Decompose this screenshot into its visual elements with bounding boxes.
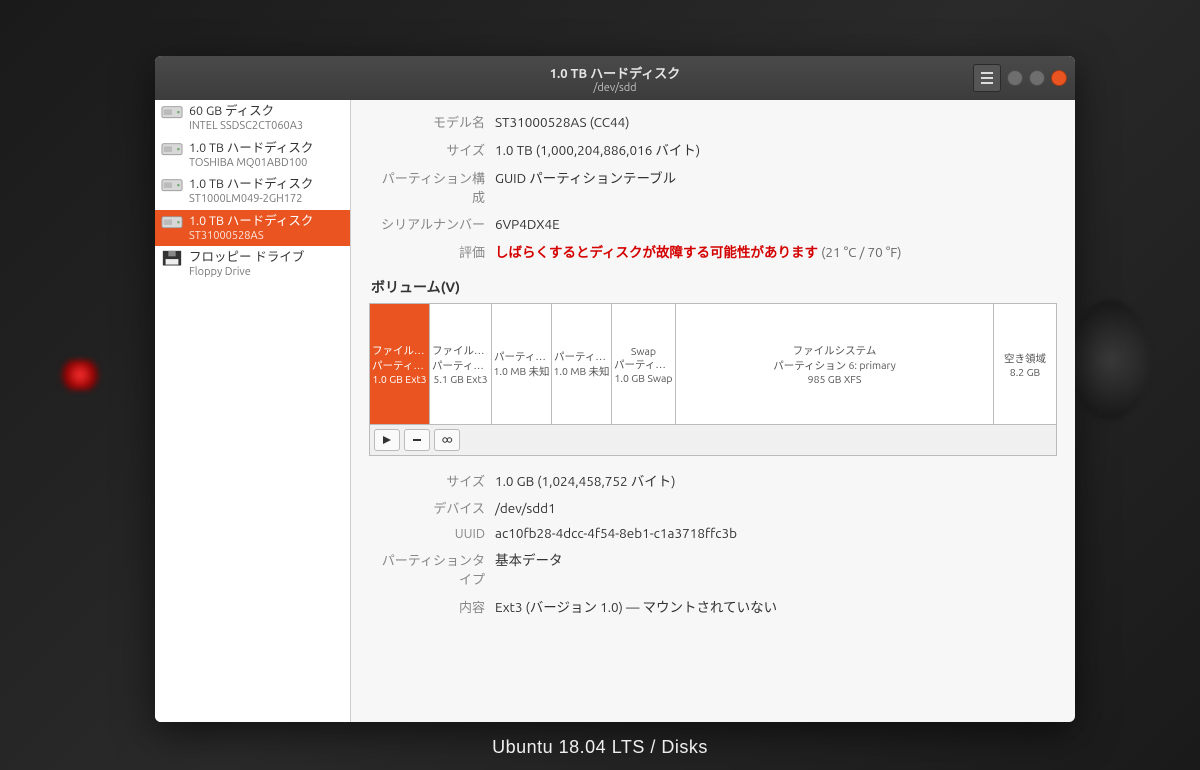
sidebar-drive-3[interactable]: 1.0 TB ハードディスクST31000528AS <box>155 210 350 247</box>
hdd-icon <box>161 213 183 233</box>
vol-uuid-value: ac10fb28-4dcc-4f54-8eb1-c1a3718ffc3b <box>495 525 737 541</box>
hamburger-menu-button[interactable] <box>973 64 1001 92</box>
delete-partition-button[interactable] <box>404 429 430 451</box>
window-title: 1.0 TB ハードディスク <box>155 63 1075 82</box>
vol-device-label: デバイス <box>369 498 495 517</box>
volume-size: 1.0 GB Swap <box>614 372 672 384</box>
drive-name: 1.0 TB ハードディスク <box>189 140 313 156</box>
window-subtitle: /dev/sdd <box>155 82 1075 94</box>
volume-line1: Swap <box>614 345 673 357</box>
volume-line2: パーティショ… <box>432 358 489 373</box>
size-label: サイズ <box>369 140 495 159</box>
drive-model: TOSHIBA MQ01ABD100 <box>189 156 313 170</box>
volume-line2: パーティシ… <box>614 357 673 372</box>
assessment-value: しばらくするとディスクが故障する可能性があります (21 °C / 70 °F) <box>495 241 902 261</box>
mount-button[interactable] <box>374 429 400 451</box>
partitioning-value: GUID パーティションテーブル <box>495 167 676 187</box>
model-value: ST31000528AS (CC44) <box>495 114 630 130</box>
drive-model: Floppy Drive <box>189 265 304 279</box>
assessment-temperature: (21 °C / 70 °F) <box>818 244 901 260</box>
drive-model: ST31000528AS <box>189 229 313 243</box>
volume-partition-1[interactable]: ファイルシ…パーティショ…5.1 GB Ext3 <box>430 304 492 424</box>
close-button[interactable] <box>1051 70 1067 86</box>
volume-line2: パーティシ… <box>372 358 427 373</box>
drive-name: 1.0 TB ハードディスク <box>189 213 313 229</box>
volume-line2: パーティション 6: primary <box>678 358 991 373</box>
volume-map: ファイルシ…パーティシ…1.0 GB Ext3ファイルシ…パーティショ…5.1 … <box>369 303 1057 456</box>
partition-options-button[interactable] <box>434 429 460 451</box>
drive-model: ST1000LM049-2GH172 <box>189 192 313 206</box>
volume-partition-6[interactable]: 空き領域8.2 GB <box>994 304 1056 424</box>
maximize-button[interactable] <box>1029 70 1045 86</box>
volume-size: 5.1 GB Ext3 <box>433 373 487 385</box>
volume-partition-0[interactable]: ファイルシ…パーティシ…1.0 GB Ext3 <box>370 304 430 424</box>
volume-toolbar <box>370 424 1056 455</box>
sidebar-drive-2[interactable]: 1.0 TB ハードディスクST1000LM049-2GH172 <box>155 173 350 210</box>
volume-size: 985 GB XFS <box>808 373 862 385</box>
titlebar: 1.0 TB ハードディスク /dev/sdd <box>155 56 1075 100</box>
screenshot-caption: Ubuntu 18.04 LTS / Disks <box>0 737 1200 758</box>
disks-window: 1.0 TB ハードディスク /dev/sdd 60 GB ディスクINTEL … <box>155 56 1075 722</box>
drive-name: フロッピー ドライブ <box>189 249 304 265</box>
floppy-icon <box>161 249 183 269</box>
vol-size-label: サイズ <box>369 471 495 490</box>
drive-name: 60 GB ディスク <box>189 103 303 119</box>
volume-line2: 空き領域 <box>996 351 1054 366</box>
volume-partition-5[interactable]: ファイルシステムパーティション 6: primary985 GB XFS <box>676 304 994 424</box>
hdd-icon <box>161 176 183 196</box>
vol-ptype-label: パーティションタイプ <box>369 550 495 588</box>
vol-device-value: /dev/sdd1 <box>495 500 556 516</box>
model-label: モデル名 <box>369 112 495 131</box>
drive-model: INTEL SSDSC2CT060A3 <box>189 119 303 133</box>
volume-line2: パーティシ… <box>494 349 549 364</box>
assessment-label: 評価 <box>369 242 495 261</box>
hdd-icon <box>161 140 183 160</box>
drive-name: 1.0 TB ハードディスク <box>189 176 313 192</box>
volume-partition-4[interactable]: Swapパーティシ…1.0 GB Swap <box>612 304 676 424</box>
volume-line1: ファイルシステム <box>678 343 991 358</box>
main-panel: モデル名ST31000528AS (CC44) サイズ1.0 TB (1,000… <box>351 100 1075 722</box>
vol-ptype-value: 基本データ <box>495 549 563 569</box>
sidebar-drive-4[interactable]: フロッピー ドライブFloppy Drive <box>155 246 350 283</box>
volume-partition-2[interactable]: パーティシ…1.0 MB 未知 <box>492 304 552 424</box>
drive-sidebar: 60 GB ディスクINTEL SSDSC2CT060A31.0 TB ハードデ… <box>155 100 351 722</box>
partitioning-label: パーティション構成 <box>369 168 495 206</box>
vol-contents-label: 内容 <box>369 597 495 616</box>
volume-size: 1.0 MB 未知 <box>493 364 549 379</box>
volumes-section-title: ボリューム(V) <box>371 277 1057 297</box>
volume-size: 1.0 MB 未知 <box>553 364 609 379</box>
assessment-warning: しばらくするとディスクが故障する可能性があります <box>495 244 818 260</box>
volume-line1: ファイルシ… <box>372 343 427 358</box>
serial-label: シリアルナンバー <box>369 214 495 233</box>
volume-line1: ファイルシ… <box>432 343 489 358</box>
minimize-button[interactable] <box>1007 70 1023 86</box>
sidebar-drive-1[interactable]: 1.0 TB ハードディスクTOSHIBA MQ01ABD100 <box>155 137 350 174</box>
size-value: 1.0 TB (1,000,204,886,016 バイト) <box>495 139 700 159</box>
volume-size: 8.2 GB <box>1010 366 1040 378</box>
vol-uuid-label: UUID <box>369 527 495 541</box>
sidebar-drive-0[interactable]: 60 GB ディスクINTEL SSDSC2CT060A3 <box>155 100 350 137</box>
serial-value: 6VP4DX4E <box>495 216 560 232</box>
volume-size: 1.0 GB Ext3 <box>372 373 426 385</box>
volume-line2: パーティシ… <box>554 349 609 364</box>
hdd-icon <box>161 103 183 123</box>
vol-size-value: 1.0 GB (1,024,458,752 バイト) <box>495 470 675 490</box>
vol-contents-value: Ext3 (バージョン 1.0) — マウントされていない <box>495 596 777 616</box>
volume-partition-3[interactable]: パーティシ…1.0 MB 未知 <box>552 304 612 424</box>
